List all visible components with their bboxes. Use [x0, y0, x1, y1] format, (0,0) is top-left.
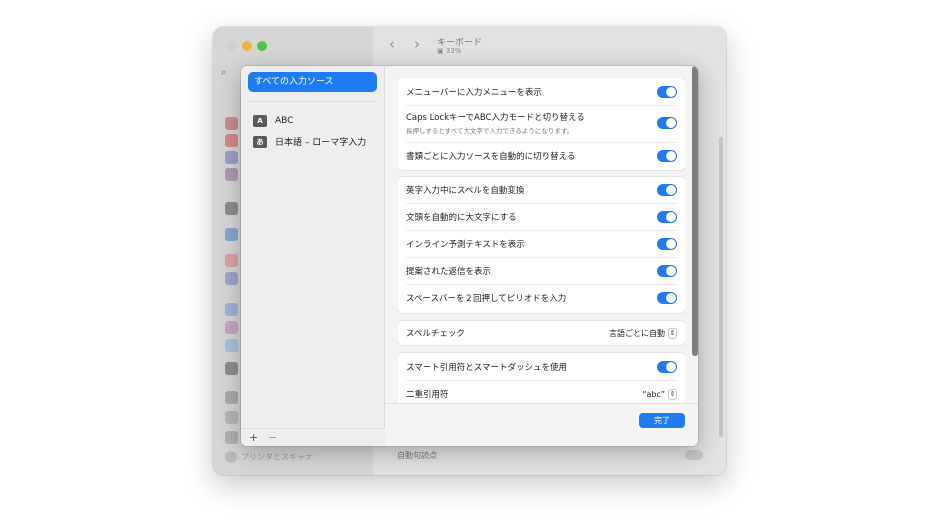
general-icon[interactable]	[225, 202, 238, 215]
row-divider	[406, 284, 677, 285]
double-space-period-toggle[interactable]	[657, 292, 677, 304]
row-divider	[406, 203, 677, 204]
settings-scrollbar-thumb[interactable]	[692, 66, 698, 356]
setting-label: 文頭を自動的に大文字にする	[406, 213, 517, 223]
row-divider	[406, 142, 677, 143]
setting-row: メニューバーに入力メニューを表示	[406, 85, 677, 99]
list-footer: + −	[241, 428, 385, 446]
japanese-input-icon: あ	[253, 135, 267, 148]
back-button[interactable]: ‹	[389, 35, 395, 53]
setting-label: メニューバーに入力メニューを表示	[406, 88, 542, 98]
setting-label: 書類ごとに入力ソースを自動的に切り替える	[406, 152, 576, 162]
row-divider	[406, 105, 677, 106]
sidebar-item-printers[interactable]: プリンタとスキャナ	[225, 451, 313, 463]
input-source-abc[interactable]: A ABC	[253, 115, 293, 127]
settings-content: メニューバーに入力メニューを表示 Caps LockキーでABC入力モードと切り…	[398, 78, 685, 403]
setting-row: 書類ごとに入力ソースを自動的に切り替える	[406, 149, 677, 163]
done-button[interactable]: 完了	[639, 413, 685, 428]
chevron-updown-icon: ⇕	[668, 327, 677, 339]
setting-label: スペースバーを２回押してピリオドを入力	[406, 294, 567, 304]
row-divider	[406, 257, 677, 258]
setting-label: 提案された返信を表示	[406, 267, 492, 277]
game-center-icon[interactable]	[225, 321, 238, 334]
caps-lock-abc-toggle[interactable]	[657, 117, 677, 129]
abc-input-icon: A	[253, 115, 267, 127]
zoom-window-button[interactable]	[257, 41, 267, 51]
wallet-icon[interactable]	[225, 362, 238, 375]
spell-check-popup[interactable]: 言語ごとに自動 ⇕	[609, 327, 677, 339]
input-source-japanese[interactable]: あ 日本語 – ローマ字入力	[253, 135, 366, 148]
setting-label: スペルチェック	[406, 329, 465, 339]
show-input-menu-toggle[interactable]	[657, 86, 677, 98]
setting-row: 二重引用符 “abc” ⇕	[406, 387, 677, 401]
setting-label: 二重引用符	[406, 390, 449, 400]
setting-label: インライン予測テキストを表示	[406, 240, 525, 250]
sheet-footer: 完了	[385, 403, 698, 446]
add-source-button[interactable]: +	[249, 431, 258, 444]
icloud-icon[interactable]	[225, 339, 238, 352]
focus-icon[interactable]	[225, 151, 238, 164]
popup-value: 言語ごとに自動	[609, 328, 665, 338]
setting-row: 文頭を自動的に大文字にする	[406, 210, 677, 224]
sidebar-item-label: プリンタとスキャナ	[241, 452, 313, 462]
forward-button[interactable]: ›	[414, 35, 420, 53]
input-source-label: ABC	[275, 116, 294, 126]
sound-icon[interactable]	[225, 134, 238, 147]
auto-correct-spelling-toggle[interactable]	[657, 184, 677, 196]
setting-label: 英字入力中にスペルを自動変換	[406, 186, 525, 196]
chevron-updown-icon: ⇕	[668, 388, 677, 400]
setting-row: スペルチェック 言語ごとに自動 ⇕	[406, 326, 677, 340]
input-sources-list: すべての入力ソース A ABC あ 日本語 – ローマ字入力 + −	[241, 66, 385, 446]
settings-group-text-input: 英字入力中にスペルを自動変換 文頭を自動的に大文字にする インライン予測テキスト…	[398, 177, 685, 313]
auto-capitalize-toggle[interactable]	[657, 211, 677, 223]
divider	[248, 101, 377, 102]
privacy-icon[interactable]	[225, 254, 238, 267]
setting-row: インライン予測テキストを表示	[406, 237, 677, 251]
internet-accounts-icon[interactable]	[225, 303, 238, 316]
input-settings-pane: メニューバーに入力メニューを表示 Caps LockキーでABC入力モードと切り…	[385, 66, 698, 446]
close-window-button[interactable]	[227, 41, 237, 51]
popup-value: “abc”	[642, 389, 665, 399]
auto-switch-source-toggle[interactable]	[657, 150, 677, 162]
minimize-window-button[interactable]	[242, 41, 252, 51]
auto-punctuation-toggle[interactable]	[685, 450, 703, 460]
input-source-label: 日本語 – ローマ字入力	[275, 138, 367, 148]
screen-time-icon[interactable]	[225, 168, 238, 181]
settings-group-input-menu: メニューバーに入力メニューを表示 Caps LockキーでABC入力モードと切り…	[398, 78, 685, 170]
input-sources-sheet: すべての入力ソース A ABC あ 日本語 – ローマ字入力 + − メニューバ…	[241, 66, 698, 446]
setting-row: 提案された返信を表示	[406, 264, 677, 278]
setting-row: スマート引用符とスマートダッシュを使用	[406, 360, 677, 374]
auto-punctuation-label: 自動句読点	[397, 451, 437, 460]
settings-group-smart-quotes: スマート引用符とスマートダッシュを使用 二重引用符 “abc” ⇕	[398, 353, 685, 403]
printer-icon	[225, 451, 237, 463]
battery-status: ▣ 33%	[437, 47, 462, 55]
accessibility-icon[interactable]	[225, 228, 238, 241]
setting-description: 長押しするとすべて大文字で入力できるようになります。	[406, 127, 574, 135]
inline-predictive-text-toggle[interactable]	[657, 238, 677, 250]
users-icon[interactable]	[225, 272, 238, 285]
smart-quotes-toggle[interactable]	[657, 361, 677, 373]
settings-scrollbar[interactable]	[719, 137, 723, 437]
settings-group-spell-check: スペルチェック 言語ごとに自動 ⇕	[398, 321, 685, 345]
sidebar-icon-red[interactable]	[225, 117, 238, 130]
all-input-sources-item[interactable]: すべての入力ソース	[248, 72, 377, 92]
setting-row: スペースバーを２回押してピリオドを入力	[406, 291, 677, 305]
setting-row: 英字入力中にスペルを自動変換	[406, 183, 677, 197]
keyboard-icon[interactable]	[225, 391, 238, 404]
setting-row: Caps LockキーでABC入力モードと切り替える 長押しするとすべて大文字で…	[406, 110, 677, 136]
row-divider	[406, 380, 677, 381]
suggested-replies-toggle[interactable]	[657, 265, 677, 277]
setting-label: Caps LockキーでABC入力モードと切り替える	[406, 113, 585, 123]
mouse-icon[interactable]	[225, 411, 238, 424]
setting-label: スマート引用符とスマートダッシュを使用	[406, 363, 567, 373]
double-quotes-popup[interactable]: “abc” ⇕	[642, 388, 677, 400]
row-divider	[406, 230, 677, 231]
trackpad-icon[interactable]	[225, 431, 238, 444]
remove-source-button[interactable]: −	[268, 431, 277, 444]
search-icon[interactable]: ⌕	[221, 67, 237, 83]
